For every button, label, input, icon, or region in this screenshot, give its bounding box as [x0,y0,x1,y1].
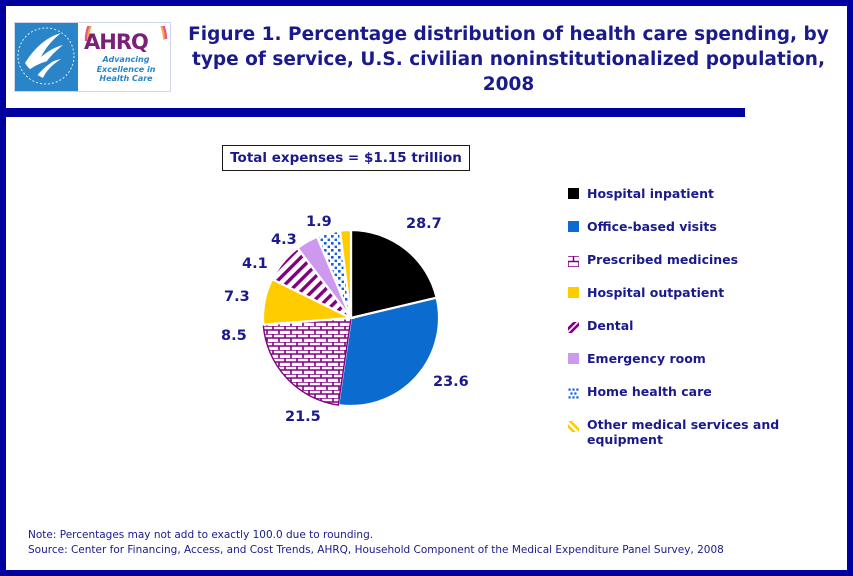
solid-lavender-swatch-icon [568,353,579,364]
slide-canvas: AHRQ Advancing Excellence in Health Care… [6,6,847,570]
legend-label-dental: Dental [587,318,634,333]
pie-slice-prescribed-medicines [262,317,352,406]
legend-item-dental[interactable]: Dental [565,318,838,336]
solid-black-swatch-icon [568,188,579,199]
legend-label-home-health-care: Home health care [587,384,712,399]
yellow-diagonal-swatch-icon [565,419,581,435]
pie-chart-svg [261,228,441,408]
pie-label-dental: 7.3 [224,289,250,305]
legend-item-emergency-room[interactable]: Emergency room [568,351,838,366]
pie-label-hospital-outpatient: 8.5 [221,328,247,344]
pie-label-home-health-care: 4.3 [271,232,297,248]
legend-label-other-medical-services: Other medical services and equipment [587,417,780,447]
figure-header: AHRQ Advancing Excellence in Health Care… [6,6,847,104]
diagonal-stripe-swatch-icon [565,319,582,336]
figure-title: Figure 1. Percentage distribution of hea… [188,24,829,95]
figure-slide: AHRQ Advancing Excellence in Health Care… [0,0,853,576]
ahrq-tagline: Advancing Excellence in Health Care [86,55,166,84]
footnote-source: Source: Center for Financing, Access, an… [28,544,724,556]
legend-label-prescribed-medicines: Prescribed medicines [587,252,739,267]
legend-label-office-based-visits: Office-based visits [587,219,717,234]
legend-item-other-medical-services[interactable]: Other medical services and equipment [565,417,838,447]
hhs-seal-icon [15,23,78,91]
legend-label-hospital-outpatient: Hospital outpatient [587,285,725,300]
pie-label-other-medical-services: 1.9 [306,214,332,230]
pie-label-hospital-inpatient: 28.7 [406,216,442,232]
ahrq-wordmark-block: AHRQ Advancing Excellence in Health Care [78,23,170,91]
tagline-line-2: Excellence in [96,64,156,74]
ahrq-initials: AHRQ [84,30,149,54]
pie-label-emergency-room: 4.1 [242,256,268,272]
solid-blue-swatch-icon [568,221,579,232]
tagline-line-1: Advancing [102,55,150,64]
header-rule-bar [6,108,745,117]
legend-item-office-based-visits[interactable]: Office-based visits [568,219,838,234]
legend-label-emergency-room: Emergency room [587,351,706,366]
solid-gold-swatch-icon [568,287,579,298]
legend-label-hospital-inpatient: Hospital inpatient [587,186,714,201]
legend-item-prescribed-medicines[interactable]: Prescribed medicines [567,252,838,268]
brick-pattern-swatch-icon [567,254,580,268]
legend-item-hospital-inpatient[interactable]: Hospital inpatient [568,186,838,201]
footnote-note: Note: Percentages may not add to exactly… [28,529,374,541]
ahrq-logo: AHRQ Advancing Excellence in Health Care [14,22,171,92]
pie-label-office-based-visits: 23.6 [433,374,469,390]
pie-chart: 28.7 23.6 21.5 8.5 7.3 4.1 4.3 1.9 [221,214,469,425]
tagline-line-3: Health Care [99,74,153,83]
pie-label-prescribed-medicines: 21.5 [285,409,321,425]
dotted-blue-swatch-icon [568,386,579,399]
legend-item-home-health-care[interactable]: Home health care [568,384,838,399]
chart-legend: Hospital inpatient Office-based visits P… [565,186,838,465]
total-expenses-box: Total expenses = $1.15 trillion [222,145,470,171]
figure-footnotes: Note: Percentages may not add to exactly… [28,528,818,558]
legend-item-hospital-outpatient[interactable]: Hospital outpatient [568,285,838,300]
hhs-seal-svg [17,27,75,85]
